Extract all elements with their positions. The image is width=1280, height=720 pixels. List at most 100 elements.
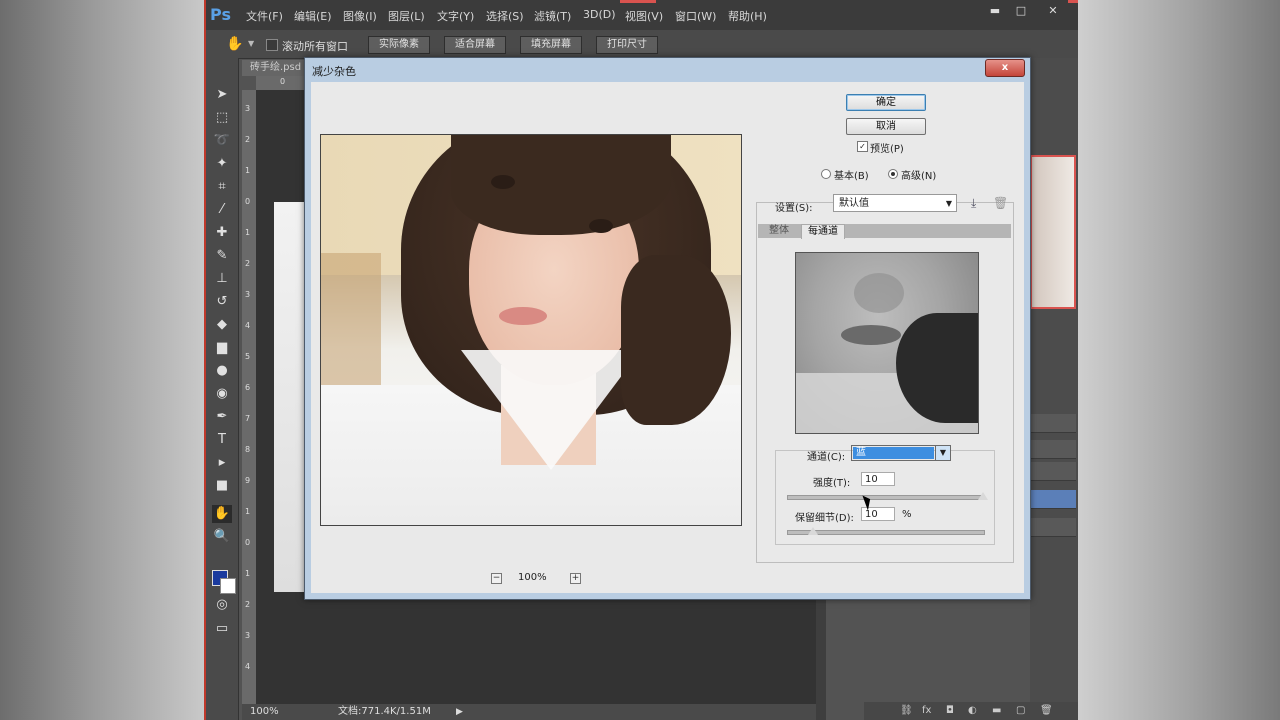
menu-select[interactable]: 选择(S) bbox=[486, 8, 524, 24]
save-settings-icon[interactable]: ⤓ bbox=[971, 196, 985, 210]
folder-icon[interactable]: ▬ bbox=[992, 705, 1001, 716]
channel-select[interactable]: 蓝 ▼ bbox=[851, 445, 951, 461]
zoom-in-button[interactable]: + bbox=[570, 573, 581, 584]
menu-file[interactable]: 文件(F) bbox=[246, 8, 283, 24]
navigator-thumbnail[interactable] bbox=[1030, 155, 1076, 309]
hand-tool-icon[interactable]: ✋ bbox=[212, 505, 232, 523]
lasso-tool-icon[interactable]: ➰ bbox=[212, 132, 232, 150]
brush-tool-icon[interactable]: ✎ bbox=[212, 247, 232, 265]
channel-preview-image[interactable] bbox=[795, 252, 979, 434]
ruler-tick-label: 5 bbox=[245, 352, 251, 361]
new-layer-icon[interactable]: ▢ bbox=[1016, 705, 1025, 716]
advanced-mode-label: 高级(N) bbox=[901, 171, 937, 182]
delete-settings-icon[interactable]: 🗑 bbox=[993, 196, 1008, 210]
fill-screen-button[interactable]: 填充屏幕 bbox=[520, 36, 582, 54]
path-selection-tool-icon[interactable]: ▸ bbox=[212, 454, 232, 472]
clone-stamp-tool-icon[interactable]: ⊥ bbox=[212, 270, 232, 288]
maximize-icon[interactable]: □ bbox=[1010, 4, 1032, 18]
eraser-tool-icon[interactable]: ◆ bbox=[212, 316, 232, 334]
actual-pixels-button[interactable]: 实际像素 bbox=[368, 36, 430, 54]
screen-mode-icon[interactable]: ▭ bbox=[212, 620, 232, 638]
menu-3d[interactable]: 3D(D) bbox=[583, 8, 616, 21]
cancel-button[interactable]: 取消 bbox=[846, 118, 926, 135]
status-doc-info: 文档:771.4K/1.51M bbox=[338, 706, 431, 717]
preserve-details-input[interactable]: 10 bbox=[861, 507, 895, 521]
filter-preview-image[interactable] bbox=[320, 134, 742, 526]
minimize-icon[interactable]: ▬ bbox=[984, 4, 1006, 18]
right-blur-margin bbox=[1078, 0, 1280, 720]
background-color-swatch[interactable] bbox=[220, 578, 236, 594]
settings-value: 默认值 bbox=[839, 198, 869, 209]
preview-checkbox[interactable]: ✓ bbox=[857, 141, 868, 152]
dialog-close-button[interactable]: x bbox=[985, 59, 1025, 77]
tab-per-channel[interactable]: 每通道 bbox=[801, 224, 845, 239]
strength-input[interactable]: 10 bbox=[861, 472, 895, 486]
dodge-tool-icon[interactable]: ◉ bbox=[212, 385, 232, 403]
chevron-down-icon[interactable]: ▼ bbox=[248, 39, 254, 48]
strength-slider[interactable] bbox=[787, 492, 988, 500]
zoom-tool-icon[interactable]: 🔍 bbox=[212, 528, 232, 546]
adjustment-icon[interactable]: ◐ bbox=[968, 705, 977, 716]
layer-row-selected[interactable] bbox=[1030, 490, 1076, 509]
preserve-details-slider[interactable] bbox=[787, 527, 985, 535]
basic-mode-radio[interactable] bbox=[821, 169, 831, 179]
status-zoom[interactable]: 100% bbox=[250, 704, 279, 720]
menu-filter[interactable]: 滤镜(T) bbox=[534, 8, 571, 24]
layer-row[interactable] bbox=[1030, 462, 1076, 481]
menu-layer[interactable]: 图层(L) bbox=[388, 8, 425, 24]
menu-view[interactable]: 视图(V) bbox=[625, 8, 663, 24]
tab-strip bbox=[758, 224, 1011, 238]
print-size-button[interactable]: 打印尺寸 bbox=[596, 36, 658, 54]
tab-overall[interactable]: 整体 bbox=[763, 224, 795, 238]
hand-tool-preset-icon[interactable]: ✋ bbox=[226, 36, 243, 52]
layers-footer: ⛓ fx ◘ ◐ ▬ ▢ 🗑 bbox=[864, 702, 1078, 720]
strength-slider-thumb[interactable] bbox=[978, 492, 988, 500]
settings-select[interactable]: 默认值 ▼ bbox=[833, 194, 957, 212]
ok-button[interactable]: 确定 bbox=[846, 94, 926, 111]
menu-bar: Ps 文件(F) 编辑(E) 图像(I) 图层(L) 文字(Y) 选择(S) 滤… bbox=[204, 0, 1078, 30]
blur-tool-icon[interactable]: ● bbox=[212, 362, 232, 380]
rectangle-tool-icon[interactable]: ■ bbox=[212, 477, 232, 495]
ruler-tick-label: 9 bbox=[245, 476, 251, 485]
quick-mask-icon[interactable]: ◎ bbox=[212, 596, 232, 614]
status-arrow-icon[interactable]: ▶ bbox=[456, 704, 463, 720]
menu-edit[interactable]: 编辑(E) bbox=[294, 8, 332, 24]
menu-image[interactable]: 图像(I) bbox=[343, 8, 377, 24]
preserve-details-slider-thumb[interactable] bbox=[807, 527, 818, 535]
preview-label: 预览(P) bbox=[870, 144, 904, 155]
fit-screen-button[interactable]: 适合屏幕 bbox=[444, 36, 506, 54]
close-icon[interactable]: ✕ bbox=[1042, 4, 1064, 18]
magic-wand-tool-icon[interactable]: ✦ bbox=[212, 155, 232, 173]
fx-icon[interactable]: fx bbox=[922, 705, 931, 716]
gradient-tool-icon[interactable]: ▆ bbox=[212, 339, 232, 357]
chevron-down-icon[interactable]: ▼ bbox=[935, 446, 950, 460]
healing-brush-tool-icon[interactable]: ✚ bbox=[212, 224, 232, 242]
chevron-down-icon: ▼ bbox=[945, 199, 952, 208]
advanced-mode-radio[interactable] bbox=[888, 169, 898, 179]
pen-tool-icon[interactable]: ✒ bbox=[212, 408, 232, 426]
vertical-ruler: 3210123456789101234 bbox=[242, 90, 256, 704]
move-tool-icon[interactable]: ➤ bbox=[212, 86, 232, 104]
ruler-tick-label: 3 bbox=[245, 631, 251, 640]
menu-type[interactable]: 文字(Y) bbox=[437, 8, 474, 24]
layer-row[interactable] bbox=[1030, 440, 1076, 459]
zoom-out-button[interactable]: − bbox=[491, 573, 502, 584]
trash-icon[interactable]: 🗑 bbox=[1040, 705, 1053, 716]
layer-row[interactable] bbox=[1030, 414, 1076, 433]
marquee-tool-icon[interactable]: ⬚ bbox=[212, 109, 232, 127]
mask-icon[interactable]: ◘ bbox=[946, 705, 954, 716]
history-brush-tool-icon[interactable]: ↺ bbox=[212, 293, 232, 311]
ruler-tick-label: 3 bbox=[245, 290, 251, 299]
dialog-title: 减少杂色 bbox=[312, 65, 356, 78]
preview-lips bbox=[499, 307, 547, 325]
ruler-tick-label: 4 bbox=[245, 662, 251, 671]
layer-row-locked[interactable] bbox=[1030, 518, 1076, 537]
crop-tool-icon[interactable]: ⌗ bbox=[212, 178, 232, 196]
eyedropper-tool-icon[interactable]: ⁄ bbox=[212, 201, 232, 219]
menu-help[interactable]: 帮助(H) bbox=[728, 8, 767, 24]
scroll-all-checkbox[interactable] bbox=[266, 39, 278, 51]
ruler-tick-label: 7 bbox=[245, 414, 251, 423]
link-icon[interactable]: ⛓ bbox=[900, 705, 913, 716]
type-tool-icon[interactable]: T bbox=[212, 431, 232, 449]
menu-window[interactable]: 窗口(W) bbox=[675, 8, 716, 24]
